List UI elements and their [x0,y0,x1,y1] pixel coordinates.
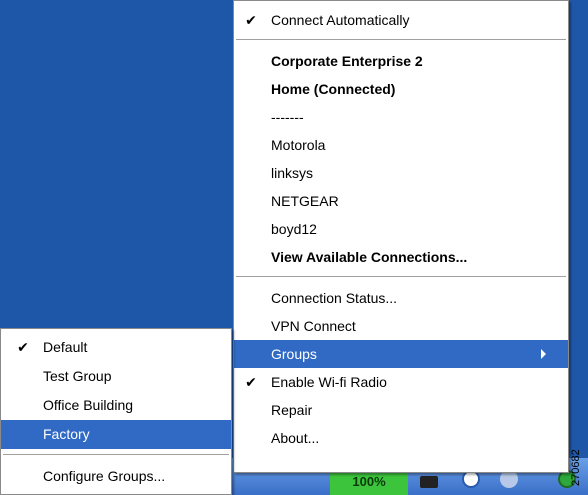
group-item-default[interactable]: ✔ Default [1,333,231,362]
network-label: Home (Connected) [271,81,396,97]
network-corporate-enterprise-2[interactable]: Corporate Enterprise 2 [234,47,568,75]
menu-item-about[interactable]: About... [234,424,568,452]
menu-item-groups[interactable]: Groups [234,340,568,368]
wireless-context-menu: ✔ Connect Automatically Corporate Enterp… [233,0,569,473]
configure-groups-item[interactable]: Configure Groups... [1,462,231,491]
network-boyd12[interactable]: boyd12 [234,215,568,243]
figure-id-label: 270682 [570,449,582,486]
group-label: Office Building [43,397,134,413]
menu-item-vpn-connect[interactable]: VPN Connect [234,312,568,340]
menu-separator [3,454,229,456]
group-label: Test Group [43,368,112,384]
network-label: Corporate Enterprise 2 [271,53,423,69]
menu-item-connect-automatically[interactable]: ✔ Connect Automatically [234,6,568,34]
menu-item-repair[interactable]: Repair [234,396,568,424]
network-netgear[interactable]: NETGEAR [234,187,568,215]
view-available-connections[interactable]: View Available Connections... [234,243,568,271]
network-label: Motorola [271,137,326,153]
menu-item-enable-wifi-radio[interactable]: ✔ Enable Wi-fi Radio [234,368,568,396]
group-item-office-building[interactable]: Office Building [1,391,231,420]
network-linksys[interactable]: linksys [234,159,568,187]
network-motorola[interactable]: Motorola [234,131,568,159]
network-home[interactable]: Home (Connected) [234,75,568,103]
check-icon: ✔ [17,339,29,355]
check-icon: ✔ [245,12,257,28]
network-plug-icon[interactable] [420,476,438,488]
menu-item-label: Connect Automatically [271,12,410,28]
menu-item-label: Enable Wi-fi Radio [271,374,387,390]
network-label: NETGEAR [271,193,339,209]
chevron-right-icon [541,349,546,359]
menu-item-label: Groups [271,346,317,362]
menu-separator [236,276,566,278]
network-divider-entry: ------- [234,103,568,131]
check-icon: ✔ [245,374,257,390]
network-label: linksys [271,165,314,181]
network-label: ------- [271,109,304,125]
menu-item-label: About... [271,430,320,446]
menu-item-label: VPN Connect [271,318,356,334]
group-item-test-group[interactable]: Test Group [1,362,231,391]
group-item-factory[interactable]: Factory [1,420,231,449]
group-label: Default [43,339,88,355]
menu-separator [236,39,566,41]
menu-item-label: Connection Status... [271,290,398,306]
menu-item-connection-status[interactable]: Connection Status... [234,284,568,312]
menu-item-label: View Available Connections... [271,249,468,265]
network-label: boyd12 [271,221,317,237]
menu-item-label: Repair [271,402,313,418]
group-label: Factory [43,426,90,442]
groups-submenu: ✔ Default Test Group Office Building Fac… [0,328,232,495]
menu-item-label: Configure Groups... [43,468,166,484]
